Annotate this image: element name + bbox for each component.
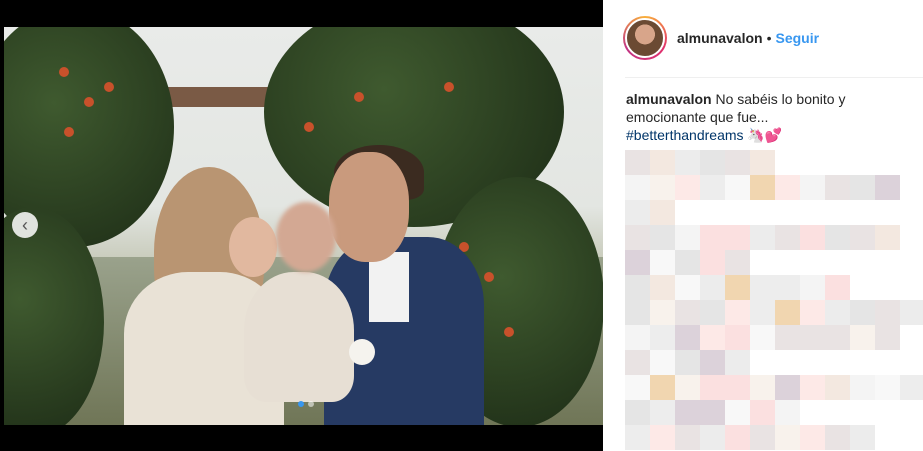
hashtag-link[interactable]: #betterthandreams (626, 127, 744, 143)
carousel-dot-active (298, 401, 304, 407)
post-header: almunavalon • Seguir (623, 14, 923, 62)
caption-username[interactable]: almunavalon (626, 91, 712, 107)
post-caption: almunavalon No sabéis lo bonito y emocio… (626, 90, 906, 144)
avatar[interactable] (623, 16, 667, 60)
chevron-left-icon: ‹ (22, 215, 28, 235)
post-media: ‹ (0, 0, 603, 451)
caption-emoji: 🦄💕 (747, 127, 783, 143)
post-photo (4, 27, 603, 425)
carousel-indicator (298, 401, 314, 407)
follow-button[interactable]: Seguir (776, 30, 820, 46)
separator-dot: • (766, 30, 772, 46)
blurred-comments (625, 150, 923, 451)
post-sidebar: almunavalon • Seguir almunavalon No sabé… (603, 0, 923, 451)
carousel-dot (308, 401, 314, 407)
carousel-prev-button[interactable]: ‹ (12, 212, 38, 238)
username-link[interactable]: almunavalon (677, 30, 763, 46)
divider (625, 77, 923, 78)
